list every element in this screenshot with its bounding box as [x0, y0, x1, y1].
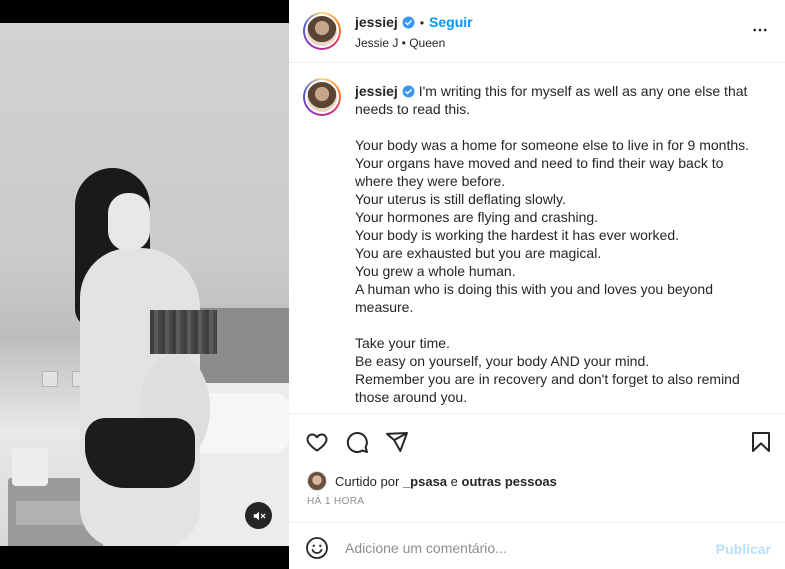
- censor-bar: [150, 310, 217, 354]
- save-button[interactable]: [749, 430, 773, 459]
- caption-area[interactable]: jessiej I'm writing this for myself as w…: [289, 64, 785, 414]
- comment-bar: Publicar: [289, 522, 785, 569]
- figure-brief: [85, 418, 195, 488]
- caption-line: You are exhausted but you are magical.: [355, 245, 602, 261]
- comment-button[interactable]: [345, 430, 369, 459]
- more-options-button[interactable]: [751, 20, 769, 45]
- audio-toggle-button[interactable]: [245, 502, 272, 529]
- post-timestamp[interactable]: HÁ 1 HORA: [307, 496, 365, 507]
- audio-muted-icon: [253, 511, 265, 520]
- caption-line: Your hormones are flying and crashing.: [355, 209, 599, 225]
- likes-summary: Curtido por _psasa e outras pessoas: [307, 470, 557, 492]
- liker-username[interactable]: _psasa: [403, 474, 447, 489]
- likes-conjunction: e: [450, 473, 458, 489]
- post-media[interactable]: [0, 0, 289, 569]
- post-header: jessiej • Seguir Jessie J • Queen: [289, 0, 785, 63]
- separator-dot: •: [419, 16, 425, 30]
- wall-switch: [42, 371, 58, 387]
- avatar-image: [305, 80, 339, 114]
- caption-line: Your organs have moved and need to find …: [355, 155, 724, 189]
- caption-username[interactable]: jessiej: [355, 83, 398, 99]
- other-likers-link[interactable]: outras pessoas: [462, 474, 557, 489]
- share-button[interactable]: [385, 430, 409, 459]
- publish-button[interactable]: Publicar: [716, 541, 771, 557]
- more-options-icon: [753, 28, 767, 32]
- caption-line: A human who is doing this with you and l…: [355, 281, 714, 315]
- like-button[interactable]: [305, 430, 329, 459]
- caption-line: Your body was a home for someone else to…: [355, 137, 750, 153]
- caption-line: Be easy on yourself, your body AND your …: [355, 353, 650, 369]
- follow-button[interactable]: Seguir: [429, 14, 473, 30]
- caption-avatar[interactable]: [303, 78, 341, 116]
- likes-prefix: Curtido por: [335, 473, 400, 489]
- caption-line: Your uterus is still deflating slowly.: [355, 191, 566, 207]
- post-panel: jessiej • Seguir Jessie J • Queen jessiej …: [289, 0, 785, 569]
- comment-icon: [346, 432, 368, 454]
- tissue-box: [12, 448, 48, 486]
- action-bar: [289, 416, 785, 466]
- comment-input[interactable]: [345, 533, 705, 563]
- caption-line: You grew a whole human.: [355, 263, 516, 279]
- verified-badge-icon: [402, 85, 415, 98]
- share-icon: [386, 432, 408, 452]
- emoji-icon: [306, 537, 328, 559]
- figure-face: [108, 193, 150, 251]
- caption-line: Remember you are in recovery and don't f…: [355, 371, 740, 405]
- author-avatar[interactable]: [303, 12, 341, 50]
- liker-avatar[interactable]: [307, 471, 327, 491]
- bookmark-icon: [752, 432, 770, 452]
- avatar-image: [305, 14, 339, 48]
- author-subtitle[interactable]: Jessie J • Queen: [355, 36, 445, 50]
- caption-line: Take your time.: [355, 335, 450, 351]
- post-photo: [0, 23, 289, 546]
- emoji-button[interactable]: [305, 536, 329, 565]
- caption-text: jessiej I'm writing this for myself as w…: [355, 82, 759, 406]
- caption-line: Your body is working the hardest it has …: [355, 227, 679, 243]
- author-line: jessiej • Seguir: [355, 14, 473, 32]
- heart-icon: [306, 433, 328, 452]
- author-username[interactable]: jessiej: [355, 14, 398, 30]
- verified-badge-icon: [402, 16, 415, 29]
